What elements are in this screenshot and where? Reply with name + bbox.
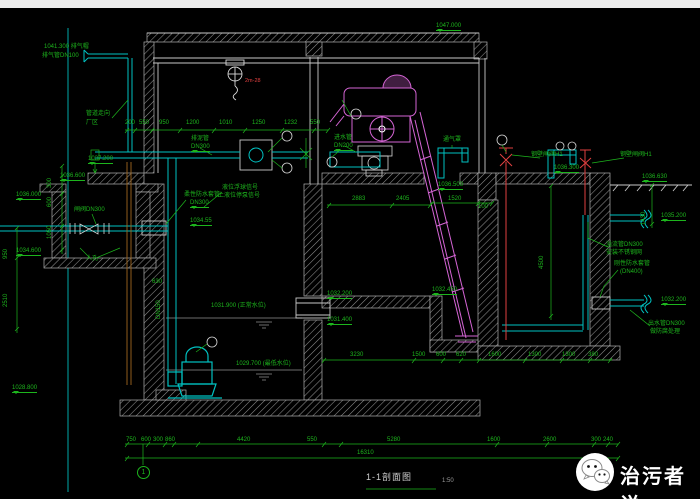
- pit-valve: [70, 223, 109, 234]
- watermark: 治污者说: [576, 453, 700, 495]
- screen-drive-motor: [358, 146, 392, 176]
- callout-circles: [196, 100, 576, 352]
- cad-linework: [0, 0, 700, 499]
- cad-drawing-canvas: 1047.0001041.300 排气帽排气管DN100管道走向厂区1037.2…: [0, 0, 700, 499]
- pump-lifting-chain: [127, 162, 131, 385]
- watermark-text: 治污者说: [620, 460, 700, 499]
- wechat-icon: [576, 453, 614, 491]
- hoist-hook: [226, 60, 244, 100]
- water-level-lines: [166, 318, 302, 380]
